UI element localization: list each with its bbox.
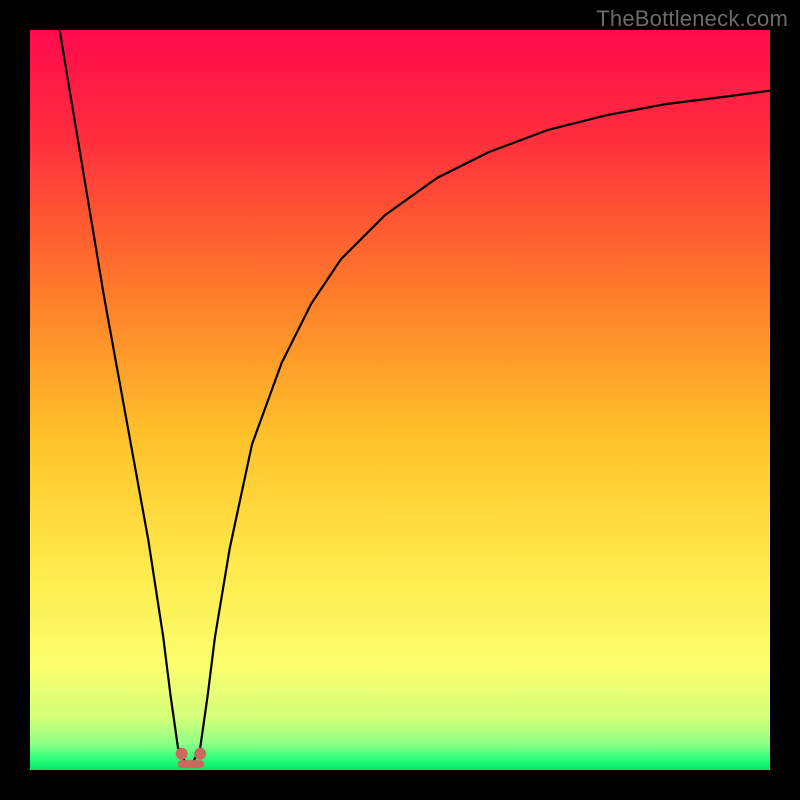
plot-area bbox=[30, 30, 770, 770]
curve-layer bbox=[30, 30, 770, 770]
min-marker-left bbox=[176, 748, 188, 760]
watermark-text: TheBottleneck.com bbox=[596, 6, 788, 32]
bottleneck-curve bbox=[60, 30, 770, 763]
chart-frame: TheBottleneck.com bbox=[0, 0, 800, 800]
min-marker-right bbox=[194, 748, 206, 760]
